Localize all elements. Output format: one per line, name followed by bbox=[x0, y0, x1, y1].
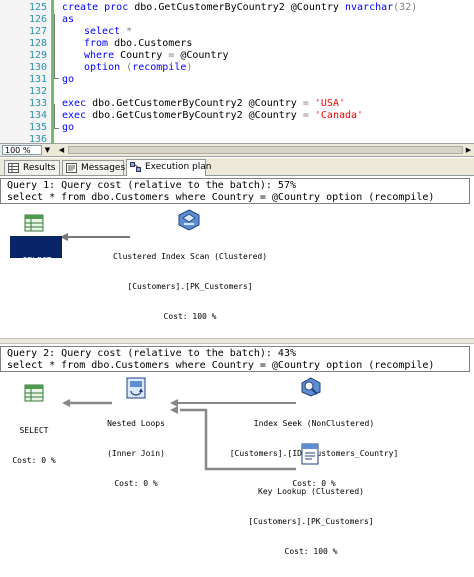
line-number: 130 bbox=[28, 62, 47, 73]
node-object: [Customers].[PK_Customers] bbox=[127, 282, 253, 291]
chevron-down-icon[interactable]: ▼ bbox=[43, 145, 52, 155]
query-text-line: select * from dbo.Customers where Countr… bbox=[7, 192, 435, 203]
tab-messages[interactable]: Messages bbox=[62, 160, 126, 175]
line-number: 133 bbox=[28, 98, 47, 109]
fold-end bbox=[54, 78, 59, 79]
key-lookup-node[interactable]: Key Lookup (Clustered) [Customers].[PK_C… bbox=[230, 467, 392, 577]
fold-end bbox=[54, 128, 59, 129]
scroll-right-arrow-icon[interactable]: ▶ bbox=[463, 145, 474, 155]
tab-execution-plan[interactable]: Execution plan bbox=[126, 159, 211, 176]
query-header: Query 1: Query cost (relative to the bat… bbox=[0, 178, 470, 204]
horizontal-scrollbar-thumb[interactable] bbox=[68, 146, 463, 154]
select-icon[interactable] bbox=[24, 214, 44, 232]
line-number: 131 bbox=[28, 74, 47, 85]
select-node[interactable]: SELECT Cost: 0 % bbox=[10, 236, 62, 295]
fold-guide bbox=[54, 104, 55, 128]
select-icon[interactable] bbox=[24, 384, 44, 402]
scroll-left-arrow-icon[interactable]: ◀ bbox=[56, 145, 67, 155]
node-title: SELECT bbox=[19, 426, 49, 435]
code-line[interactable]: from dbo.Customers bbox=[84, 38, 192, 50]
node-title: Nested Loops bbox=[107, 419, 165, 428]
clustered-index-scan-node[interactable]: Clustered Index Scan (Clustered) [Custom… bbox=[105, 232, 275, 342]
line-number: 136 bbox=[28, 134, 47, 143]
code-line[interactable]: select * bbox=[84, 26, 132, 38]
code-line[interactable]: go bbox=[62, 122, 74, 134]
messages-icon bbox=[66, 163, 77, 173]
node-title: Key Lookup (Clustered) bbox=[258, 487, 364, 496]
key-lookup-icon[interactable] bbox=[300, 443, 320, 465]
node-title: SELECT bbox=[22, 256, 52, 265]
select-node[interactable]: SELECT Cost: 0 % bbox=[8, 406, 60, 486]
code-line[interactable]: go bbox=[62, 74, 74, 86]
code-line[interactable]: exec dbo.GetCustomerByCountry2 @Country … bbox=[62, 110, 363, 122]
line-number: 128 bbox=[28, 38, 47, 49]
execution-plan-icon bbox=[130, 162, 141, 172]
line-number: 126 bbox=[28, 14, 47, 25]
line-number: 129 bbox=[28, 50, 47, 61]
code-line[interactable]: where Country = @Country bbox=[84, 50, 229, 62]
node-subtitle: (Inner Join) bbox=[107, 449, 165, 458]
results-tab-bar: Results Messages Execution plan bbox=[0, 158, 474, 176]
tab-label: Messages bbox=[81, 163, 126, 173]
line-number: 135 bbox=[28, 122, 47, 133]
clustered-index-scan-icon[interactable] bbox=[178, 209, 200, 231]
index-seek-icon[interactable] bbox=[300, 375, 322, 397]
line-number: 125 bbox=[28, 2, 47, 13]
zoom-select[interactable]: 100 % bbox=[2, 145, 42, 155]
sql-editor[interactable]: 125 126 127 128 129 130 131 132 133 134 … bbox=[0, 0, 474, 143]
execution-plan-query-2[interactable]: Query 2: Query cost (relative to the bat… bbox=[0, 344, 474, 556]
node-object: [Customers].[PK_Customers] bbox=[248, 517, 374, 526]
code-line[interactable]: as bbox=[62, 14, 74, 26]
node-title: Index Seek (NonClustered) bbox=[253, 419, 375, 428]
line-number: 132 bbox=[28, 86, 47, 97]
nested-loops-icon[interactable] bbox=[126, 377, 146, 399]
editor-status-strip: 100 % ▼ ◀ ▶ bbox=[0, 143, 474, 157]
code-line[interactable]: create proc dbo.GetCustomerByCountry2 @C… bbox=[62, 2, 417, 14]
line-number: 127 bbox=[28, 26, 47, 37]
nested-loops-node[interactable]: Nested Loops (Inner Join) Cost: 0 % bbox=[94, 399, 178, 509]
fold-guide bbox=[54, 14, 55, 78]
tab-label: Execution plan bbox=[145, 162, 212, 172]
node-cost: Cost: 0 % bbox=[12, 286, 56, 295]
query-cost-line: Query 1: Query cost (relative to the bat… bbox=[7, 180, 296, 191]
node-title: Clustered Index Scan (Clustered) bbox=[112, 252, 268, 261]
node-cost: Cost: 0 % bbox=[12, 456, 56, 465]
tab-label: Results bbox=[23, 163, 56, 173]
execution-plan-query-1[interactable]: Query 1: Query cost (relative to the bat… bbox=[0, 176, 474, 338]
code-line[interactable]: exec dbo.GetCustomerByCountry2 @Country … bbox=[62, 98, 345, 110]
grid-icon bbox=[8, 163, 19, 173]
node-cost: Cost: 100 % bbox=[163, 312, 217, 321]
code-line[interactable]: option (recompile) bbox=[84, 62, 192, 74]
line-number: 134 bbox=[28, 110, 47, 121]
node-cost: Cost: 0 % bbox=[114, 479, 158, 488]
tab-results[interactable]: Results bbox=[4, 160, 60, 175]
node-cost: Cost: 100 % bbox=[284, 547, 338, 556]
